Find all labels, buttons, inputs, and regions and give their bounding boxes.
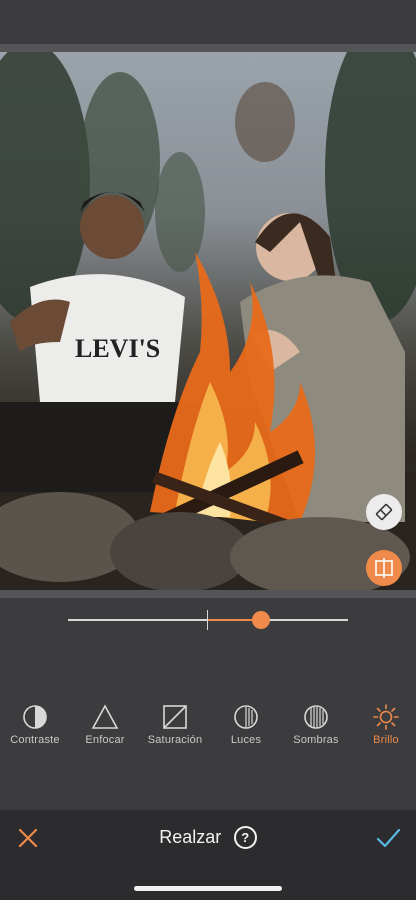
- tool-label: Contraste: [10, 734, 60, 746]
- tool-saturacion[interactable]: Saturación: [135, 700, 215, 746]
- svg-text:LEVI'S: LEVI'S: [75, 334, 160, 363]
- slider-center-tick: [207, 610, 208, 630]
- eraser-button[interactable]: [366, 494, 402, 530]
- tool-bar: Contraste Enfocar Saturación Luces Sombr…: [0, 700, 416, 760]
- campfire-photo: LEVI'S: [0, 52, 416, 590]
- tool-contraste[interactable]: Contraste: [0, 700, 75, 746]
- top-bar: [0, 0, 416, 44]
- eraser-icon: [375, 503, 393, 521]
- title-group: Realzar ?: [0, 826, 416, 849]
- home-indicator[interactable]: [134, 886, 282, 891]
- tool-sombras[interactable]: Sombras: [276, 700, 356, 746]
- compare-button[interactable]: [366, 550, 402, 586]
- checkmark-icon: [376, 828, 401, 848]
- tool-enfocar[interactable]: Enfocar: [65, 700, 145, 746]
- tool-label: Enfocar: [85, 734, 125, 746]
- photo-canvas[interactable]: LEVI'S: [0, 52, 416, 590]
- adjustment-slider[interactable]: [68, 610, 348, 630]
- compare-split-icon: [375, 558, 393, 578]
- confirm-button[interactable]: [374, 824, 402, 852]
- help-button[interactable]: ?: [233, 826, 257, 849]
- slider-thumb[interactable]: [252, 611, 271, 629]
- bottom-bar: Realzar ?: [0, 810, 416, 900]
- contrast-icon: [23, 705, 47, 729]
- photo-border-top: [0, 44, 416, 52]
- tool-label: Sombras: [293, 734, 339, 746]
- sun-brightness-icon: [373, 704, 399, 730]
- photo-border-bottom: [0, 590, 416, 598]
- tool-label: Brillo: [373, 734, 399, 746]
- page-title: Realzar: [159, 827, 222, 847]
- tool-label: Saturación: [147, 734, 203, 746]
- shadows-icon: [304, 705, 328, 729]
- tool-luces[interactable]: Luces: [206, 700, 286, 746]
- highlights-icon: [234, 705, 258, 729]
- tool-brillo[interactable]: Brillo: [346, 700, 416, 746]
- tool-label: Luces: [230, 734, 262, 746]
- triangle-sharpen-icon: [91, 704, 119, 729]
- saturation-icon: [163, 705, 187, 729]
